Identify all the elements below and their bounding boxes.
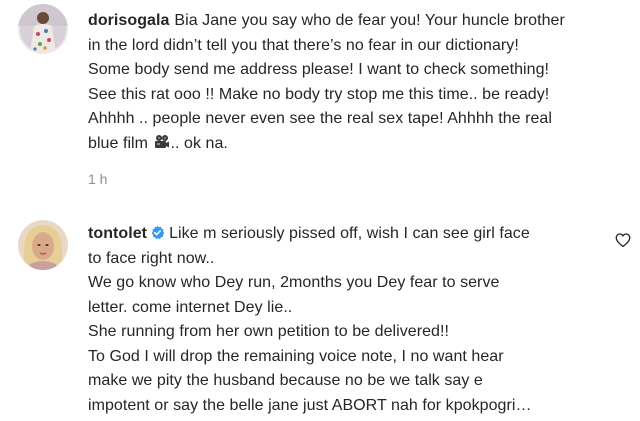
username-link[interactable]: tontolet [88,225,147,242]
comment-line: See this rat ooo !! Make no body try sto… [88,85,550,103]
username-link[interactable]: dorisogala [88,12,169,29]
profile-photo-icon [18,220,68,270]
comment-line: dorisogala Bia Jane you say who de fear y… [88,12,565,29]
comment-line: make we pity the husband because no be w… [88,372,483,389]
comment-line: blue film .. ok na. [88,134,228,152]
profile-photo-icon [18,4,68,54]
verified-badge-icon [150,225,165,240]
comment-line: To God I will drop the remaining voice n… [88,347,504,365]
comment-line: We go know who Dey run, 2months you Dey … [88,274,500,291]
film-camera-emoji-icon [154,134,170,150]
comment-line: impotent or say the belle jane just ABOR… [88,396,532,414]
comment-line: letter. come internet Dey lie.. [88,298,293,316]
avatar[interactable] [18,220,68,270]
comment-line: Ahhhh .. people never even see the real … [88,110,552,127]
comment-text: tontolet Like m seriously pissed off, wi… [88,222,600,418]
comment-line: in the lord didn’t tell you that there’s… [88,36,519,54]
comment-timestamp: 1 h [88,171,108,187]
comment-line: She running from her own petition to be … [88,323,449,340]
comment-line: tontolet Like m seriously pissed off, wi… [88,225,530,242]
avatar[interactable] [18,4,68,54]
comment-text: dorisogala Bia Jane you say who de fear y… [88,9,606,156]
comment-line: Some body send me address please! I want… [88,61,550,78]
comment-line: to face right now.. [88,249,215,267]
like-heart-icon[interactable] [614,231,632,249]
